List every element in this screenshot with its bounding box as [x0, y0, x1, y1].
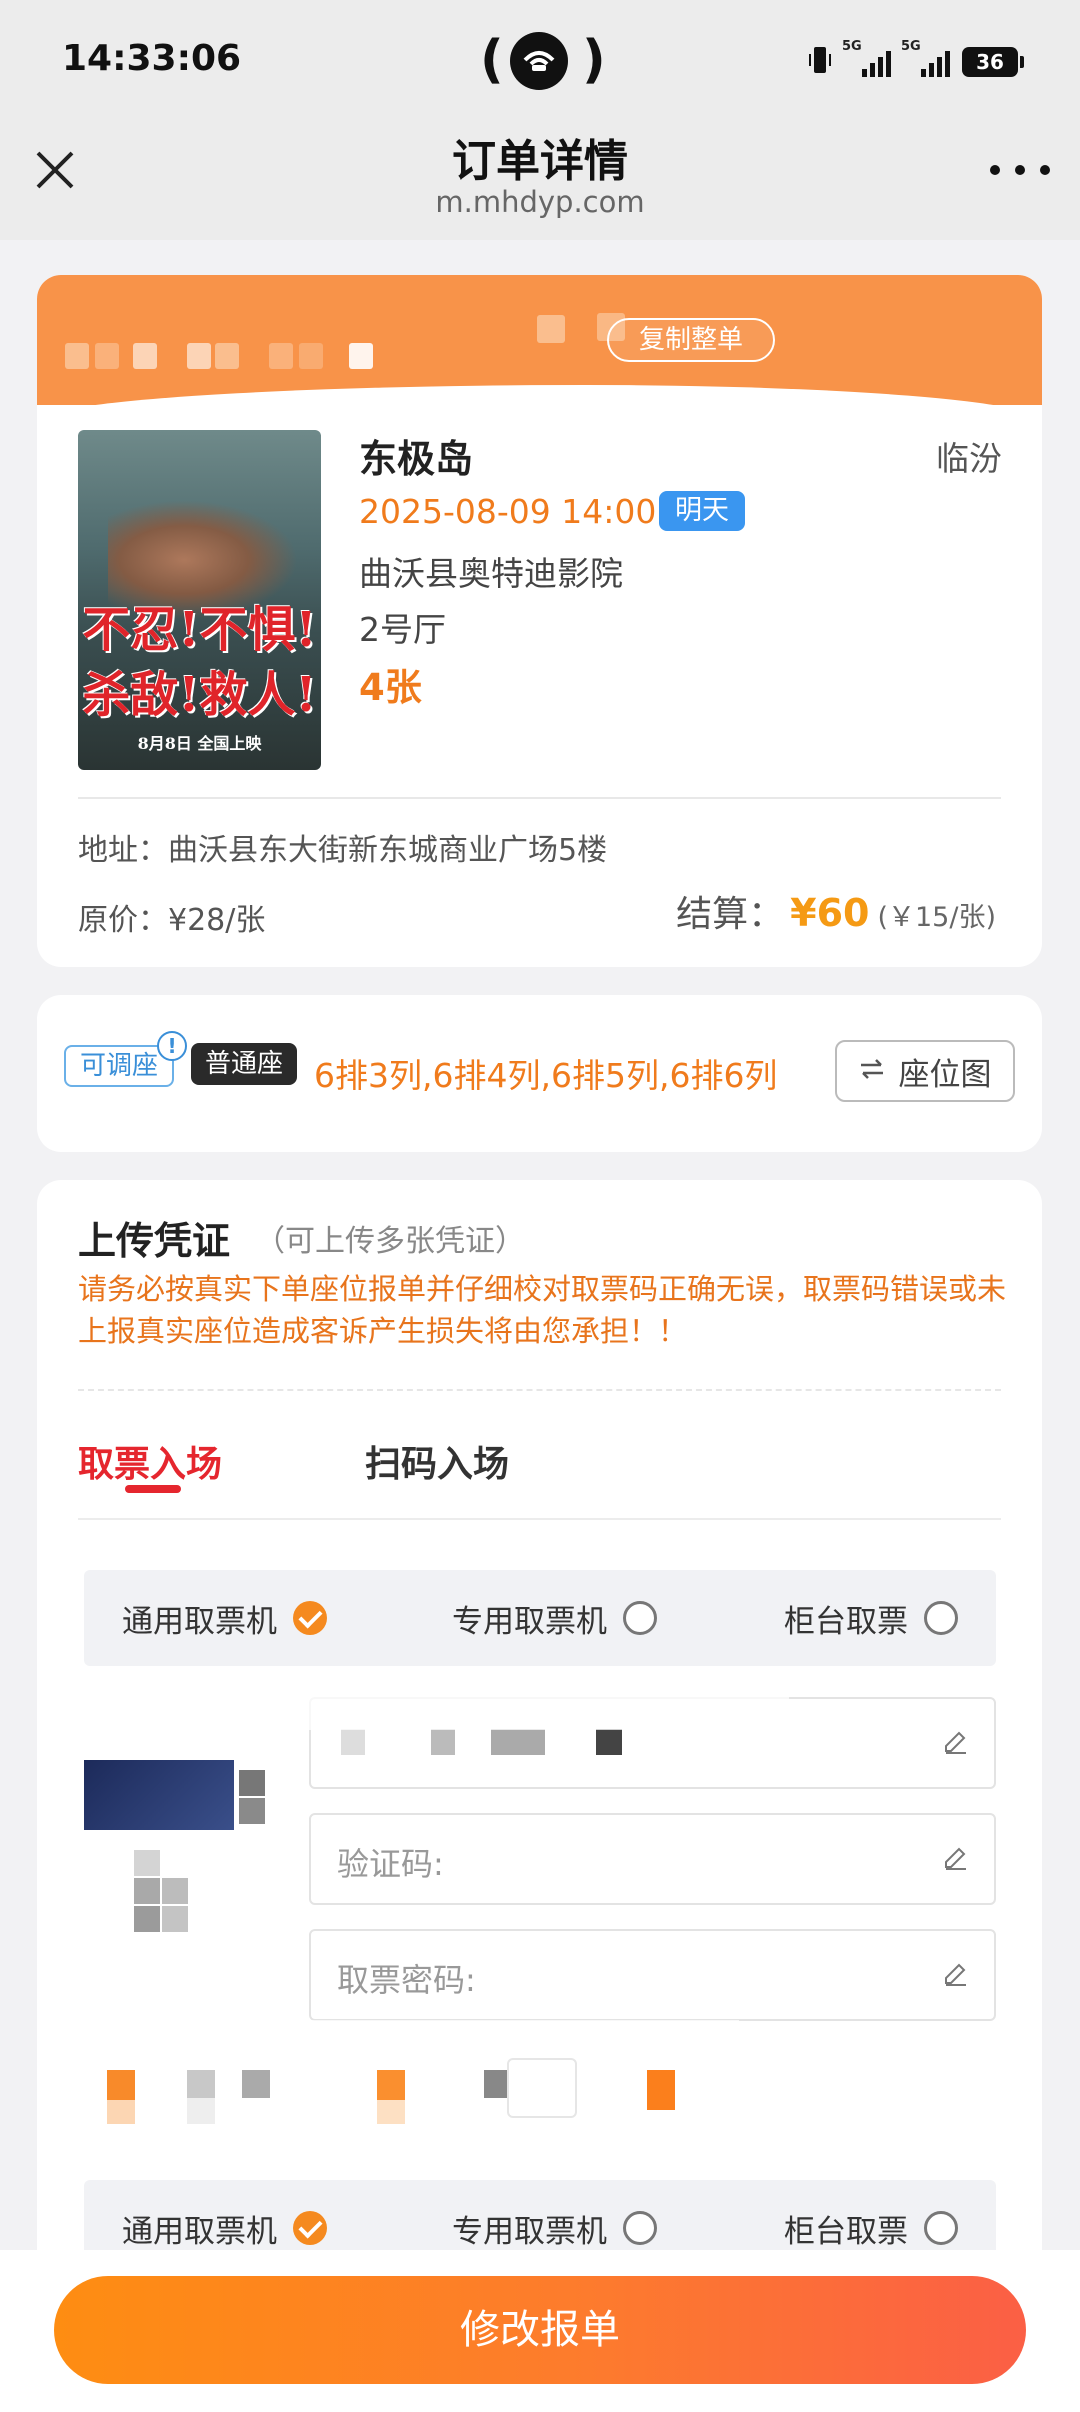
- settle-unit-price: (￥15/张): [877, 902, 996, 933]
- dashed-divider: [78, 1389, 1001, 1391]
- upload-title: 上传凭证: [78, 1219, 231, 1263]
- option-counter[interactable]: 柜台取票: [784, 1570, 958, 1666]
- hotspot-indicator: ( ): [480, 28, 606, 92]
- copy-order-button[interactable]: 复制整单: [607, 318, 775, 362]
- city-label: 临汾: [936, 439, 1002, 478]
- page-title: 订单详情: [452, 136, 628, 187]
- poster-text-2: 杀敌!救人!: [82, 667, 317, 723]
- edit-icon[interactable]: [942, 1729, 968, 1759]
- address: 地址：曲沃县东大街新东城商业广场5楼: [78, 833, 608, 868]
- showtime: 2025-08-09 14:00: [359, 492, 657, 531]
- ticket-count: 4张: [359, 666, 422, 709]
- status-time: 14:33:06: [62, 38, 242, 79]
- checked-icon: [293, 2211, 327, 2245]
- normal-seat-tag: 普通座: [191, 1043, 298, 1085]
- modify-report-button[interactable]: 修改报单: [54, 2276, 1026, 2384]
- seat-card: 可调座 ! 普通座 6排3列,6排4列,6排5列,6排6列 座位图: [37, 995, 1042, 1152]
- more-icon[interactable]: [990, 155, 1050, 185]
- vibrate-icon: [808, 45, 832, 79]
- radio-icon: [623, 1601, 657, 1635]
- upload-hint: （可上传多张凭证）: [255, 1224, 525, 1259]
- tab-divider: [78, 1518, 1001, 1520]
- seat-list: 6排3列,6排4列,6排5列,6排6列: [314, 1056, 778, 1095]
- info-icon[interactable]: !: [157, 1031, 187, 1061]
- radio-icon: [924, 2211, 958, 2245]
- option-general-machine[interactable]: 通用取票机: [122, 1570, 327, 1666]
- tab-scan-entry[interactable]: 扫码入场: [365, 1435, 509, 1487]
- option-special-machine[interactable]: 专用取票机: [452, 1570, 657, 1666]
- nav-bar: 订单详情 m.mhdyp.com: [0, 125, 1080, 240]
- day-badge: 明天: [659, 491, 745, 531]
- ticket-password-field[interactable]: 取票密码:: [309, 1929, 996, 2021]
- edit-icon[interactable]: [942, 1961, 968, 1991]
- swap-icon: [859, 1053, 885, 1089]
- paren-right-icon: ): [582, 30, 606, 90]
- page-url: m.mhdyp.com: [435, 185, 645, 219]
- cinema-name: 曲沃县奥特迪影院: [359, 554, 623, 593]
- paren-left-icon: (: [480, 30, 504, 90]
- upload-card: 上传凭证 （可上传多张凭证） 请务必按真实下单座位报单并仔细校对取票码正确无误，…: [37, 1180, 1042, 2412]
- active-tab-indicator: [125, 1485, 181, 1493]
- battery-icon: 36: [962, 47, 1024, 77]
- status-bar: 14:33:06 ( ) 5G 5G 36: [0, 0, 1080, 125]
- movie-poster: 不忍!不惧! 杀敌!救人! 8月8日 全国上映: [78, 430, 321, 770]
- signal-icon-1: 5G: [842, 39, 891, 77]
- machine-selector: 通用取票机 专用取票机 柜台取票: [84, 1570, 996, 1666]
- checked-icon: [293, 1601, 327, 1635]
- settle-amount: ¥60: [790, 891, 870, 935]
- settlement: 结算： ¥60 (￥15/张): [676, 891, 996, 935]
- radio-icon: [623, 2211, 657, 2245]
- order-card: 复制整单 不忍!不惧! 杀敌!救人! 8月8日 全国上映 东极岛 临汾 2025…: [37, 275, 1042, 967]
- poster-text-3: 8月8日 全国上映: [137, 734, 262, 753]
- bottom-bar: 修改报单: [0, 2250, 1080, 2412]
- signal-icon-2: 5G: [901, 39, 950, 77]
- seat-map-button[interactable]: 座位图: [835, 1040, 1015, 1102]
- verify-code-field[interactable]: 验证码:: [309, 1813, 996, 1905]
- warning-text: 请务必按真实下单座位报单并仔细校对取票码正确无误，取票码错误或未上报真实座位造成…: [78, 1272, 1007, 1348]
- poster-text-1: 不忍!不惧!: [82, 602, 317, 658]
- tab-ticket-entry[interactable]: 取票入场: [78, 1435, 222, 1487]
- divider: [78, 797, 1001, 799]
- movie-title: 东极岛: [359, 437, 474, 481]
- original-price: 原价：¥28/张: [78, 903, 266, 938]
- hall-name: 2号厅: [359, 610, 446, 649]
- uploaded-voucher-image[interactable]: [84, 1760, 294, 2060]
- hotspot-icon: [510, 32, 568, 90]
- system-icons: 5G 5G 36: [808, 39, 1024, 80]
- edit-icon[interactable]: [942, 1845, 968, 1875]
- radio-icon: [924, 1601, 958, 1635]
